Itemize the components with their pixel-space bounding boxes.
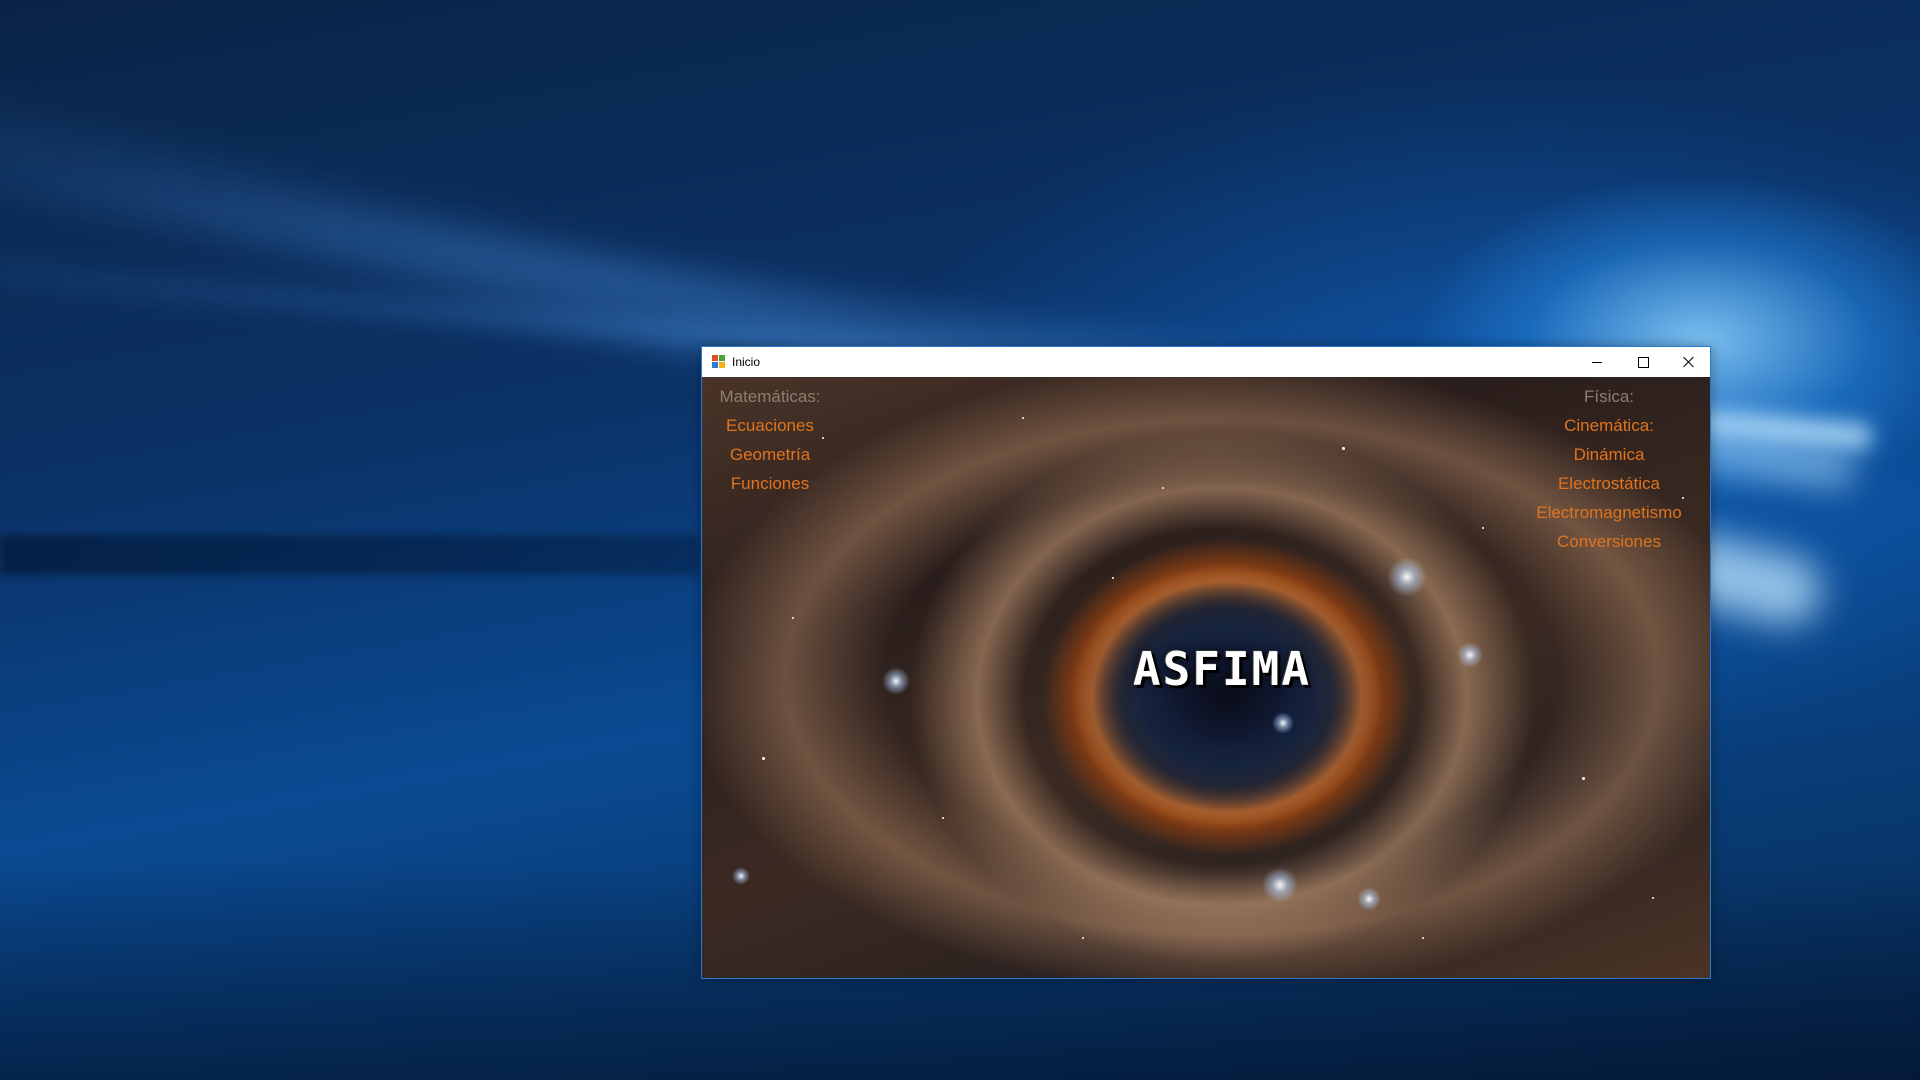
link-funciones[interactable]: Funciones [710,469,830,498]
star-glow [1272,712,1294,734]
star [1022,417,1024,419]
link-ecuaciones[interactable]: Ecuaciones [710,411,830,440]
star [1342,447,1345,450]
star [762,757,765,760]
star-glow [1262,867,1298,903]
matematicas-menu: Matemáticas: Ecuaciones Geometría Funcio… [710,382,830,498]
star-glow [1387,557,1427,597]
matematicas-heading: Matemáticas: [719,387,821,406]
minimize-icon [1592,361,1602,363]
maximize-button[interactable] [1620,347,1666,377]
star-glow [1457,642,1483,668]
star-glow [882,667,910,695]
fisica-menu: Física: Cinemática: Dinámica Electrostát… [1519,382,1699,556]
link-geometria[interactable]: Geometría [710,440,830,469]
star [1112,577,1114,579]
close-button[interactable] [1666,347,1712,377]
star-glow [732,867,750,885]
star [942,817,944,819]
link-electromagnetismo[interactable]: Electromagnetismo [1519,498,1699,527]
close-icon [1683,356,1695,368]
link-dinamica[interactable]: Dinámica [1519,440,1699,469]
dark-band [0,535,700,575]
app-window-inicio[interactable]: Inicio Matemáticas: Ecuaciones Geometría… [701,346,1711,979]
title-bar[interactable]: Inicio [702,347,1710,377]
star [1082,937,1084,939]
minimize-button[interactable] [1574,347,1620,377]
nebula-background: Matemáticas: Ecuaciones Geometría Funcio… [702,377,1710,978]
star [1162,487,1164,489]
window-title: Inicio [732,355,761,369]
link-conversiones[interactable]: Conversiones [1519,527,1699,556]
star [1582,777,1585,780]
star-glow [1357,887,1381,911]
star [1482,527,1484,529]
fisica-heading: Física: [1583,387,1635,406]
link-electrostatica[interactable]: Electrostática [1519,469,1699,498]
star [792,617,794,619]
windows-form-icon [712,355,726,369]
maximize-icon [1637,356,1649,368]
star [1652,897,1654,899]
asfima-logo: ASFIMA [1132,642,1312,696]
star [1422,937,1424,939]
link-cinematica[interactable]: Cinemática: [1519,411,1699,440]
